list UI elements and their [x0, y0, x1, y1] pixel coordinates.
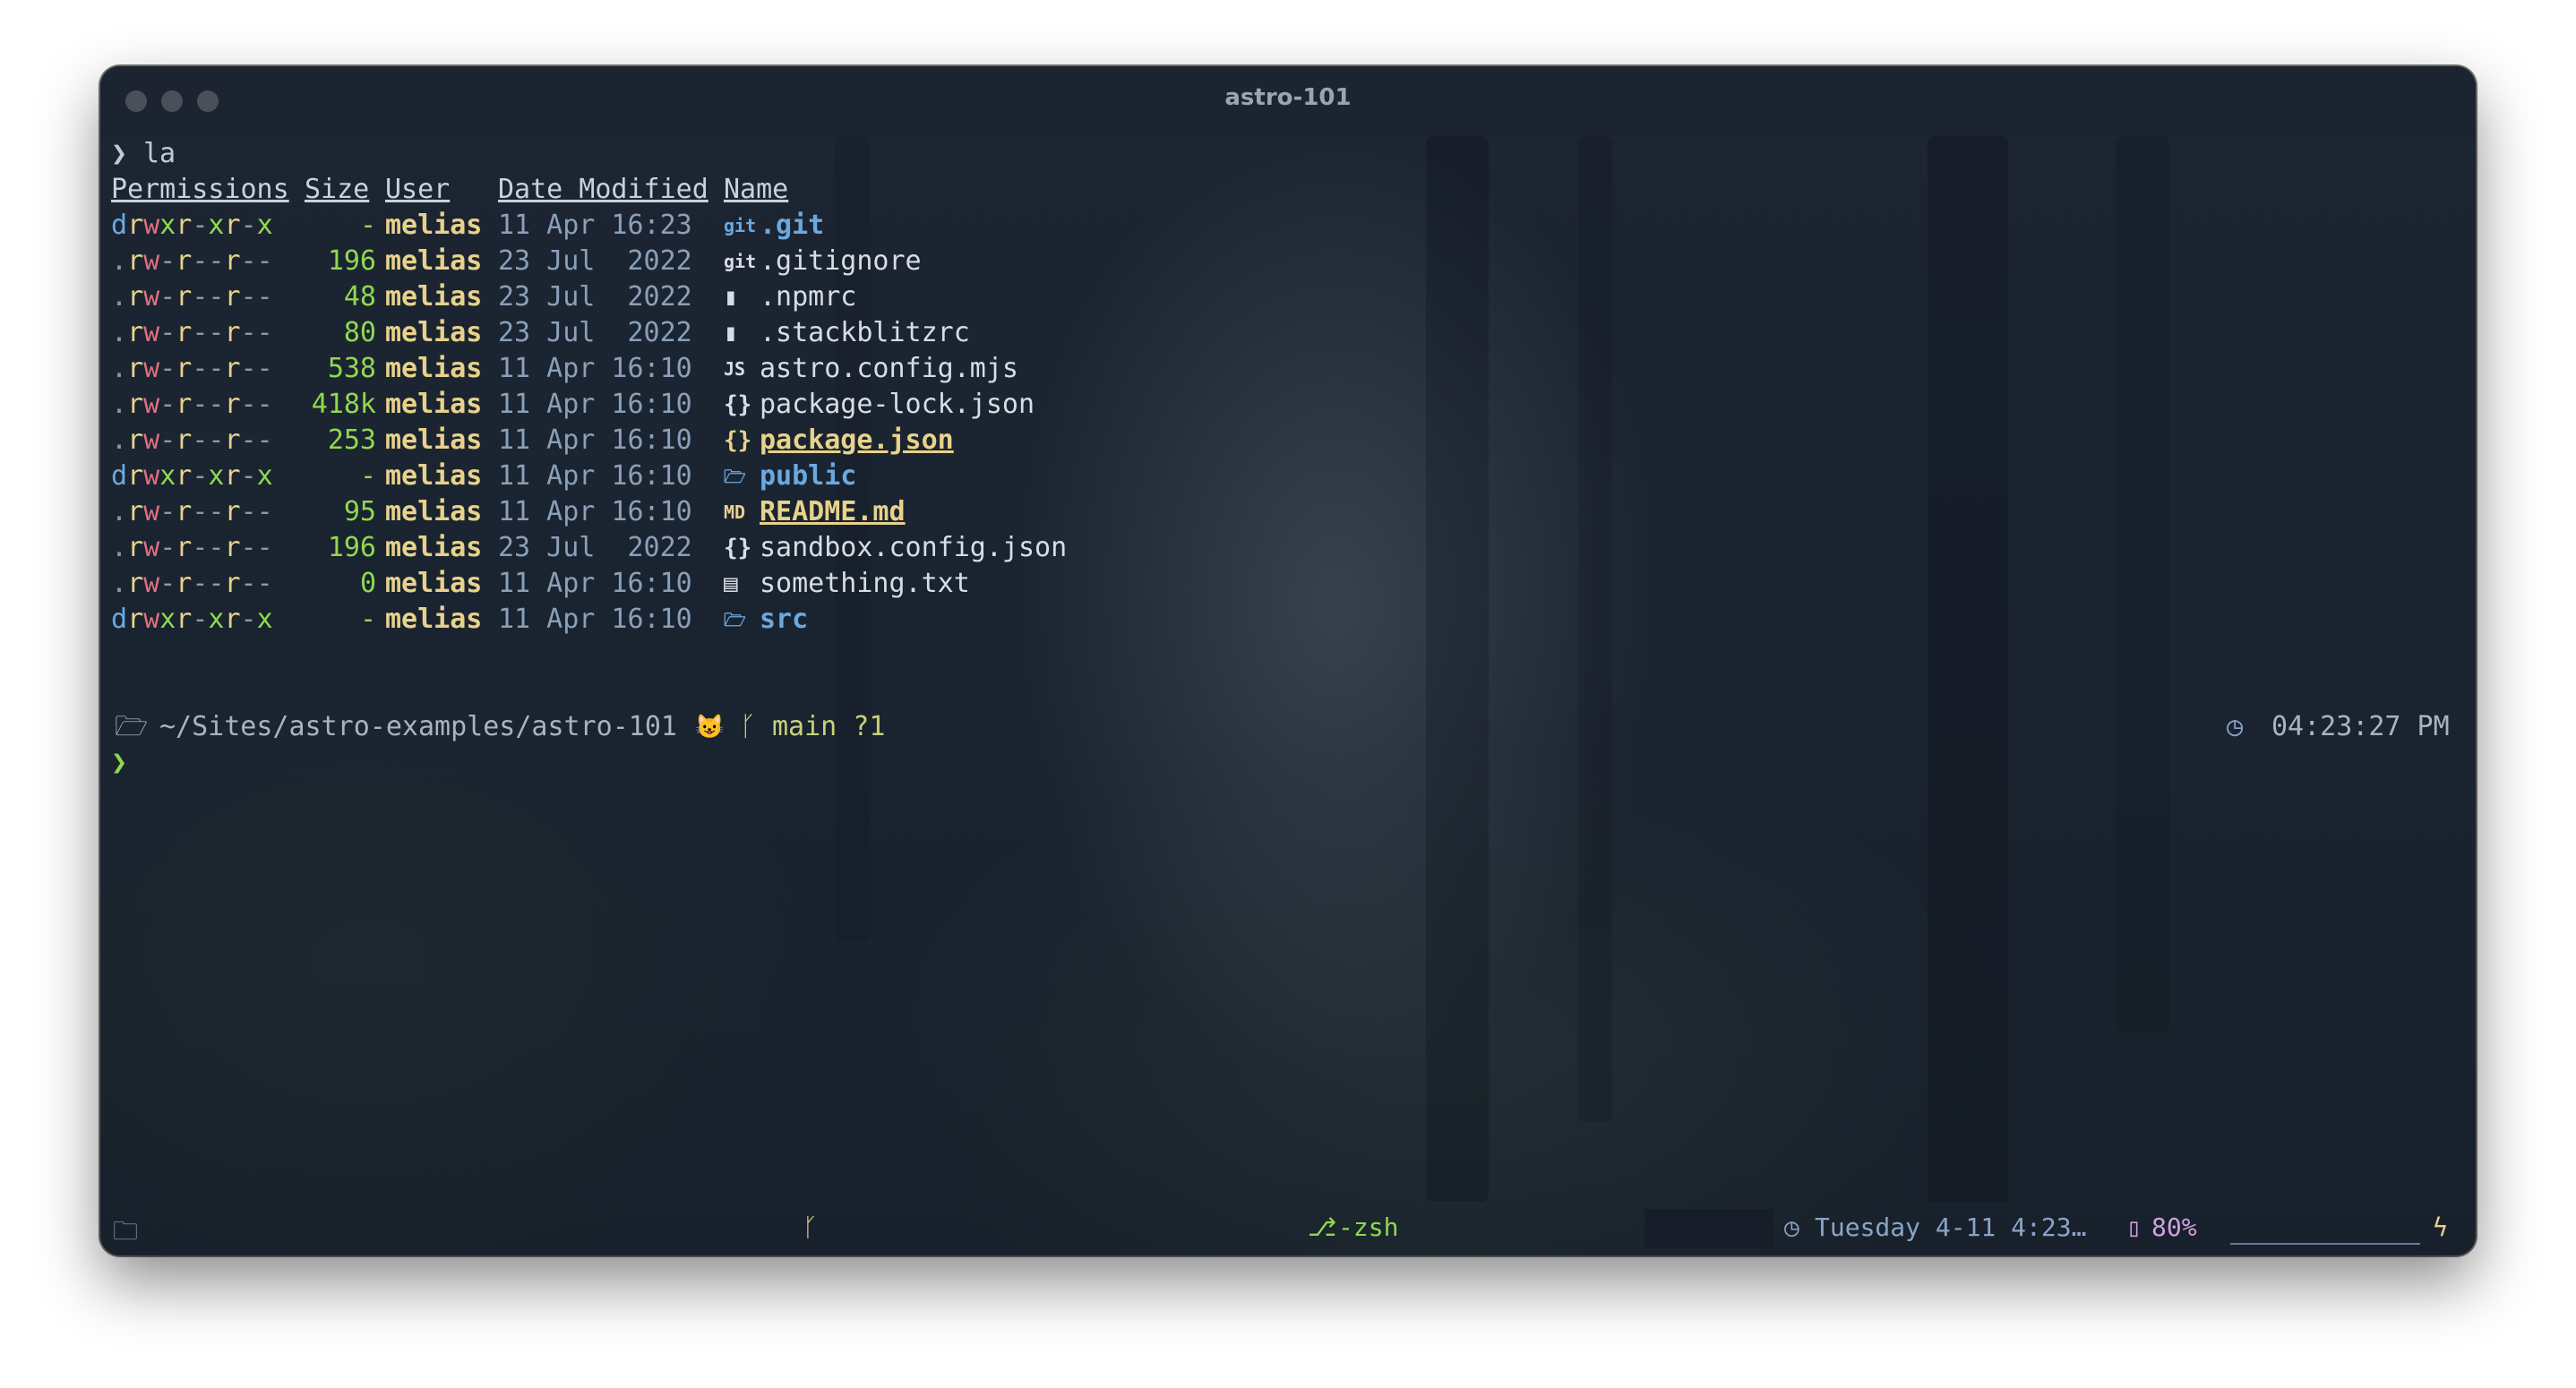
file-size: 48: [343, 281, 376, 313]
folder-open-icon: 🗁: [115, 711, 149, 742]
github-cat-icon: 😺: [695, 714, 725, 741]
file-name[interactable]: .gitignore: [760, 244, 922, 279]
file-name[interactable]: .git: [760, 208, 824, 244]
git-icon: git: [724, 251, 757, 272]
file-size: 95: [343, 496, 376, 527]
file-size: 196: [327, 245, 376, 277]
file-user: melias: [385, 460, 483, 492]
terminal-window: astro-101 ❯ la Permissions Size User Dat…: [100, 66, 2476, 1255]
git-branch-status: main ?1: [772, 711, 886, 742]
folder-icon: 🗁: [724, 609, 746, 630]
prompt-symbol: ❯: [111, 138, 128, 169]
file-user: melias: [385, 604, 483, 635]
file-date-modified: 11 Apr 16:10: [498, 568, 692, 599]
branch-icon: ᚴ: [740, 711, 756, 742]
battery-track: [2230, 1243, 2420, 1245]
file-name[interactable]: README.md: [760, 494, 906, 530]
prompt-line: 🗁 ~/Sites/astro-examples/astro-101 😺 ᚴ m…: [111, 709, 2465, 745]
file-date-modified: 23 Jul 2022: [498, 317, 692, 348]
file-size: -: [359, 460, 376, 492]
bolt-icon: ϟ: [2433, 1212, 2448, 1242]
file-name[interactable]: astro.config.mjs: [760, 351, 1018, 387]
folder-icon[interactable]: 🗀: [113, 1212, 138, 1255]
cursor-prompt-symbol: ❯: [111, 747, 128, 778]
battery-level: 80%: [2151, 1212, 2197, 1242]
file-icon: ▮: [724, 284, 738, 311]
file-user: melias: [385, 568, 483, 599]
header-name: Name: [724, 174, 789, 205]
file-user: melias: [385, 245, 483, 277]
file-date-modified: 11 Apr 16:10: [498, 604, 692, 635]
file-name[interactable]: .stackblitzrc: [760, 315, 970, 351]
title-bar: astro-101: [100, 66, 2476, 136]
header-user: User: [385, 174, 451, 205]
status-bar: 🗀 ᚴ ⎇ -zsh ◷ Tuesday 4-11 4:23… ▯ 80% ϟ: [100, 1202, 2476, 1255]
file-size: 196: [327, 532, 376, 563]
file-date-modified: 23 Jul 2022: [498, 245, 692, 277]
file-icon: ▮: [724, 320, 738, 347]
file-user: melias: [385, 210, 483, 241]
folder-icon: 🗁: [724, 466, 746, 487]
file-name[interactable]: src: [760, 602, 808, 638]
file-user: melias: [385, 353, 483, 384]
clock-icon: ◷: [2227, 711, 2244, 742]
file-size: 80: [343, 317, 376, 348]
file-date-modified: 11 Apr 16:10: [498, 389, 692, 420]
file-date-modified: 11 Apr 16:23: [498, 210, 692, 241]
file-name[interactable]: package-lock.json: [760, 387, 1035, 423]
file-size: 0: [359, 568, 376, 599]
statusbar-datetime: Tuesday 4-11 4:23…: [1815, 1212, 2087, 1242]
branch-icon: ᚴ: [803, 1212, 818, 1242]
file-name[interactable]: package.json: [760, 423, 954, 458]
file-date-modified: 11 Apr 16:10: [498, 424, 692, 456]
terminal-content[interactable]: ❯ la Permissions Size User Date Modified…: [111, 136, 2465, 1202]
file-user: melias: [385, 424, 483, 456]
file-name[interactable]: something.txt: [760, 566, 970, 602]
file-date-modified: 11 Apr 16:10: [498, 460, 692, 492]
window-title: astro-101: [1224, 84, 1352, 111]
command-line: ❯ la: [111, 136, 208, 172]
file-icon: {}: [724, 535, 752, 561]
command-text: la: [143, 138, 176, 169]
file-size: 253: [327, 424, 376, 456]
file-icon: {}: [724, 427, 752, 454]
file-user: melias: [385, 532, 483, 563]
file-date-modified: 11 Apr 16:10: [498, 496, 692, 527]
file-date-modified: 23 Jul 2022: [498, 281, 692, 313]
file-date-modified: 11 Apr 16:10: [498, 353, 692, 384]
file-date-modified: 23 Jul 2022: [498, 532, 692, 563]
file-name[interactable]: .npmrc: [760, 279, 856, 315]
listing-header: Permissions Size User Date Modified Name: [111, 172, 788, 208]
header-size: Size: [305, 174, 370, 205]
current-path: ~/Sites/astro-examples/astro-101: [159, 711, 677, 742]
header-date: Date Modified: [498, 174, 708, 205]
prompt-time: 04:23:27 PM: [2271, 711, 2450, 742]
file-size: 538: [327, 353, 376, 384]
file-user: melias: [385, 389, 483, 420]
file-size: -: [359, 210, 376, 241]
shell-icon: ⎇: [1308, 1212, 1337, 1242]
file-size: 418k: [311, 389, 376, 420]
file-icon: MD: [724, 501, 746, 523]
clock-icon: ◷: [1784, 1212, 1799, 1242]
header-permissions: Permissions: [111, 174, 289, 205]
shell-name[interactable]: -zsh: [1338, 1212, 1398, 1242]
input-line[interactable]: ❯: [111, 745, 208, 781]
git-icon: git: [724, 215, 757, 236]
file-icon: ▤: [724, 570, 738, 597]
file-icon: {}: [724, 391, 752, 418]
file-size: -: [359, 604, 376, 635]
file-user: melias: [385, 281, 483, 313]
file-user: melias: [385, 317, 483, 348]
file-icon: JS: [724, 358, 746, 380]
battery-icon: ▯: [2126, 1212, 2142, 1242]
statusbar-spacer: [1644, 1209, 1773, 1248]
file-user: melias: [385, 496, 483, 527]
file-name[interactable]: public: [760, 458, 856, 494]
file-name[interactable]: sandbox.config.json: [760, 530, 1067, 566]
